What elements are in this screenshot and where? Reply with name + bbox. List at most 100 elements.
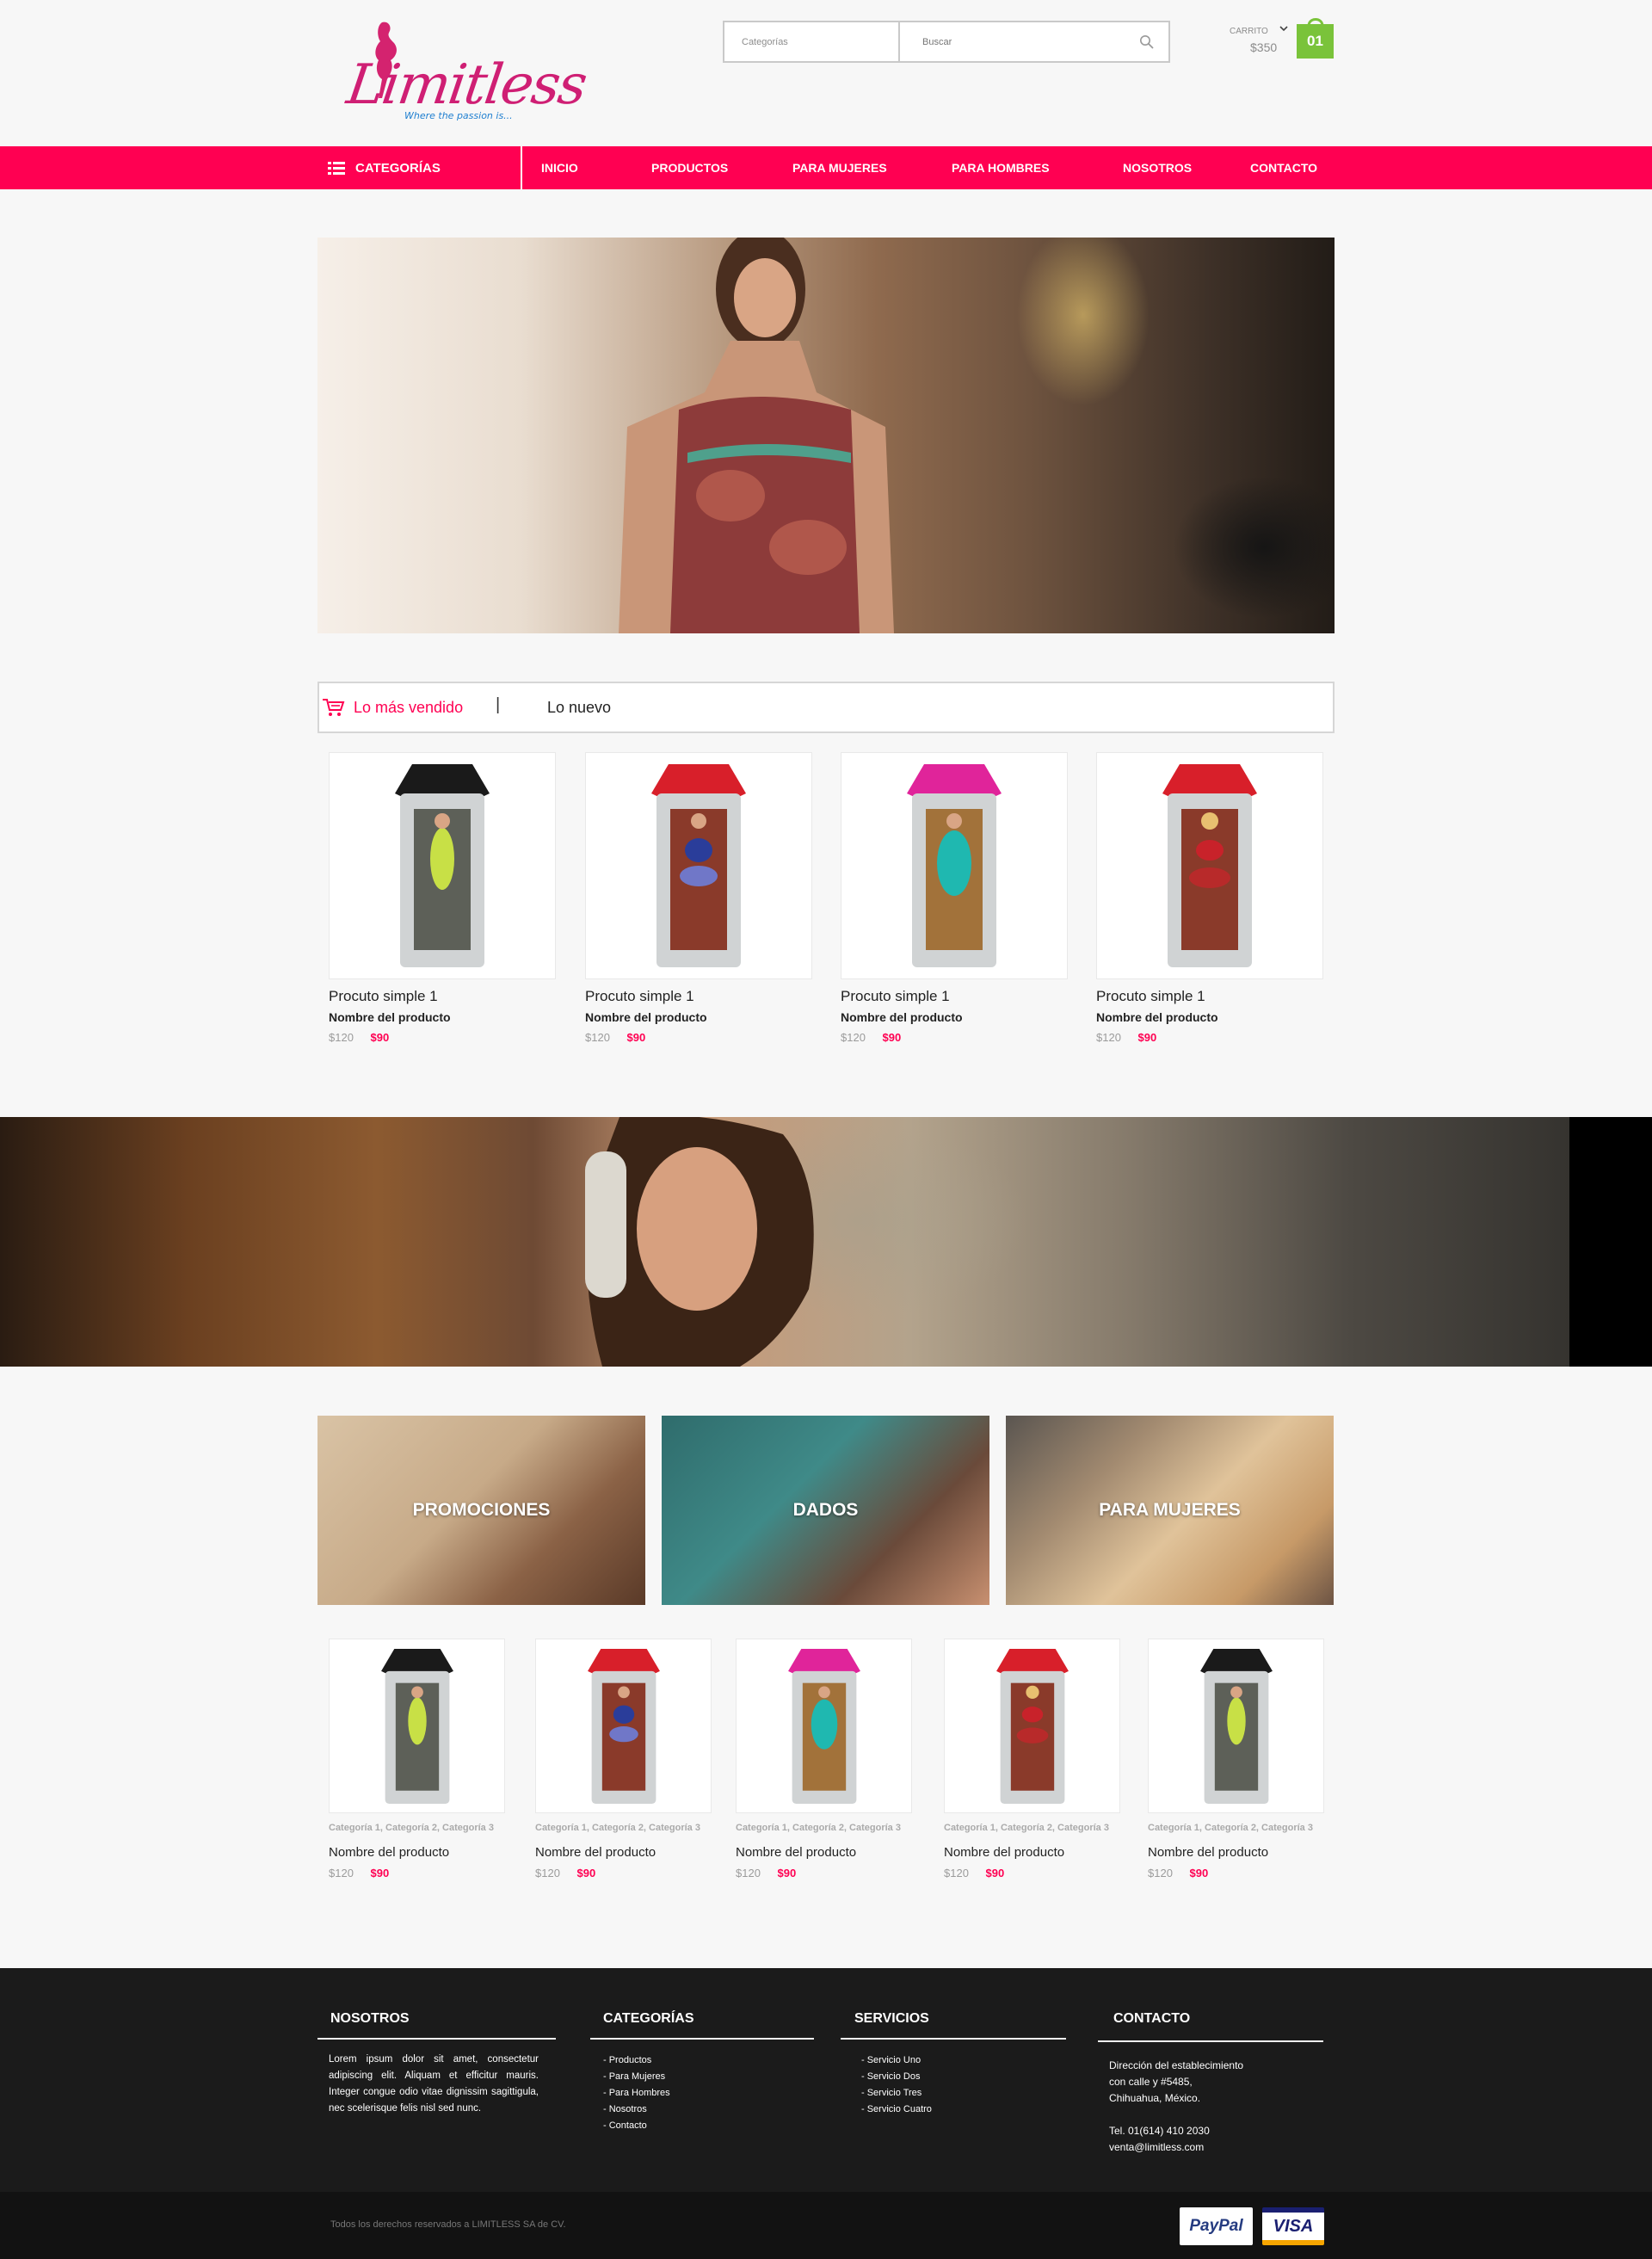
product-price: $120 $90 [944,1867,1120,1879]
search-button[interactable] [1125,22,1168,61]
cart-button[interactable]: 01 [1297,14,1334,59]
product-name[interactable]: Nombre del producto [1148,1845,1324,1860]
footer-contact-address-1: Dirección del establecimiento [1109,2059,1244,2071]
product-image[interactable] [329,752,556,979]
product-image[interactable] [841,752,1068,979]
product-categories: Categoría 1, Categoría 2, Categoría 3 [535,1823,700,1833]
product-card[interactable]: Categoría 1, Categoría 2, Categoría 3 No… [535,1639,712,1879]
footer-contact-email[interactable]: venta@limitless.com [1109,2139,1204,2156]
product-image[interactable] [1148,1639,1324,1813]
product-package-image [587,1648,660,1804]
footer-link-para-hombres[interactable]: - Para Hombres [603,2085,670,2102]
sale-price: $90 [370,1867,390,1879]
product-card[interactable]: Categoría 1, Categoría 2, Categoría 3 No… [944,1639,1120,1879]
nav-item-inicio[interactable]: INICIO [541,146,578,189]
footer-link-para-mujeres[interactable]: - Para Mujeres [603,2069,670,2085]
search-icon [1140,34,1154,49]
product-name: Nombre del producto [841,1010,963,1024]
tab-new[interactable]: Lo nuevo [547,683,611,731]
footer-nosotros-title: NOSOTROS [330,2011,410,2026]
product-card[interactable]: Procuto simple 1 Nombre del producto $12… [841,752,1068,1044]
footer-link-servicio-cuatro[interactable]: - Servicio Cuatro [861,2102,932,2118]
product-title[interactable]: Procuto simple 1 [329,988,556,1005]
footer-nosotros-text: Lorem ipsum dolor sit amet, consectetur … [329,2054,539,2114]
nav-item-para-hombres[interactable]: PARA HOMBRES [952,146,1050,189]
visa-label: VISA [1273,2216,1314,2236]
product-name[interactable]: Nombre del producto [535,1845,712,1860]
copyright-text: Todos los derechos reservados a LIMITLES… [330,2219,566,2230]
product-name[interactable]: Nombre del producto [944,1845,1120,1860]
sale-price: $90 [370,1031,390,1044]
old-price: $120 [944,1867,969,1879]
nav-item-para-mujeres[interactable]: PARA MUJERES [792,146,887,189]
tile-dados[interactable]: DADOS [662,1416,989,1605]
product-title[interactable]: Procuto simple 1 [585,988,812,1005]
search-category-label: Categorías [742,36,788,47]
brand-logo[interactable]: Limitless Where the passion is... [343,19,589,131]
product-title[interactable]: Procuto simple 1 [841,988,1068,1005]
footer-categorias-title: CATEGORÍAS [603,2011,694,2026]
footer-contacto-title: CONTACTO [1113,2011,1191,2026]
tile-promociones[interactable]: PROMOCIONES [317,1416,645,1605]
product-image[interactable] [535,1639,712,1813]
product-card[interactable]: Categoría 1, Categoría 2, Categoría 3 No… [1148,1639,1324,1879]
product-name: Nombre del producto [1096,1010,1218,1024]
search-input[interactable] [900,22,1125,61]
nav-item-productos[interactable]: PRODUCTOS [651,146,728,189]
product-categories: Categoría 1, Categoría 2, Categoría 3 [944,1823,1109,1833]
nav-categories-button[interactable]: CATEGORÍAS [328,146,441,189]
product-package-image [907,764,1002,967]
old-price: $120 [329,1867,354,1879]
sale-price: $90 [882,1031,902,1044]
nav-item-contacto[interactable]: CONTACTO [1250,146,1317,189]
footer-link-servicio-tres[interactable]: - Servicio Tres [861,2085,932,2102]
search-category-select[interactable]: Categorías [724,22,900,61]
promo-banner-image[interactable] [0,1117,1652,1367]
product-package-image [787,1648,860,1804]
product-card[interactable]: Procuto simple 1 Nombre del producto $12… [329,752,556,1044]
tile-label: PROMOCIONES [412,1500,551,1520]
footer-link-nosotros[interactable]: - Nosotros [603,2102,670,2118]
cart-count-badge: 01 [1297,24,1334,59]
product-card[interactable]: Procuto simple 1 Nombre del producto $12… [1096,752,1323,1044]
tile-label: PARA MUJERES [1099,1500,1241,1520]
sale-price: $90 [777,1867,797,1879]
product-card[interactable]: Categoría 1, Categoría 2, Categoría 3 No… [329,1639,505,1879]
old-price: $120 [329,1031,354,1044]
product-name[interactable]: Nombre del producto [736,1845,912,1860]
cart-icon [323,699,345,716]
product-price: $120 $90 [535,1867,712,1879]
sale-price: $90 [1189,1867,1209,1879]
product-name[interactable]: Nombre del producto [329,1845,505,1860]
old-price: $120 [1096,1031,1121,1044]
hero-banner-image[interactable] [317,238,1335,633]
product-card[interactable]: Procuto simple 1 Nombre del producto $12… [585,752,812,1044]
list-icon [328,161,345,175]
old-price: $120 [1148,1867,1173,1879]
old-price: $120 [736,1867,761,1879]
tile-para-mujeres[interactable]: PARA MUJERES [1006,1416,1334,1605]
tab-best-sellers[interactable]: Lo más vendido [354,683,463,731]
product-title[interactable]: Procuto simple 1 [1096,988,1323,1005]
sale-price: $90 [985,1867,1005,1879]
nav-item-nosotros[interactable]: NOSOTROS [1123,146,1192,189]
product-image[interactable] [1096,752,1323,979]
old-price: $120 [585,1031,610,1044]
tab-separator: | [496,695,501,714]
product-price: $120 $90 [585,1031,812,1044]
chevron-down-icon[interactable] [1279,25,1288,32]
footer-link-servicio-uno[interactable]: - Servicio Uno [861,2052,932,2069]
product-image[interactable] [736,1639,912,1813]
brand-name: Limitless [342,53,590,117]
footer-link-servicio-dos[interactable]: - Servicio Dos [861,2069,932,2085]
search-bar: Categorías [723,21,1170,63]
product-card[interactable]: Categoría 1, Categoría 2, Categoría 3 No… [736,1639,912,1879]
product-name: Nombre del producto [329,1010,451,1024]
product-image[interactable] [944,1639,1120,1813]
footer-link-contacto[interactable]: - Contacto [603,2118,670,2134]
product-name: Nombre del producto [585,1010,707,1024]
product-image[interactable] [329,1639,505,1813]
footer-link-productos[interactable]: - Productos [603,2052,670,2069]
footer-contact-address-2: con calle y #5485, [1109,2076,1193,2088]
product-image[interactable] [585,752,812,979]
